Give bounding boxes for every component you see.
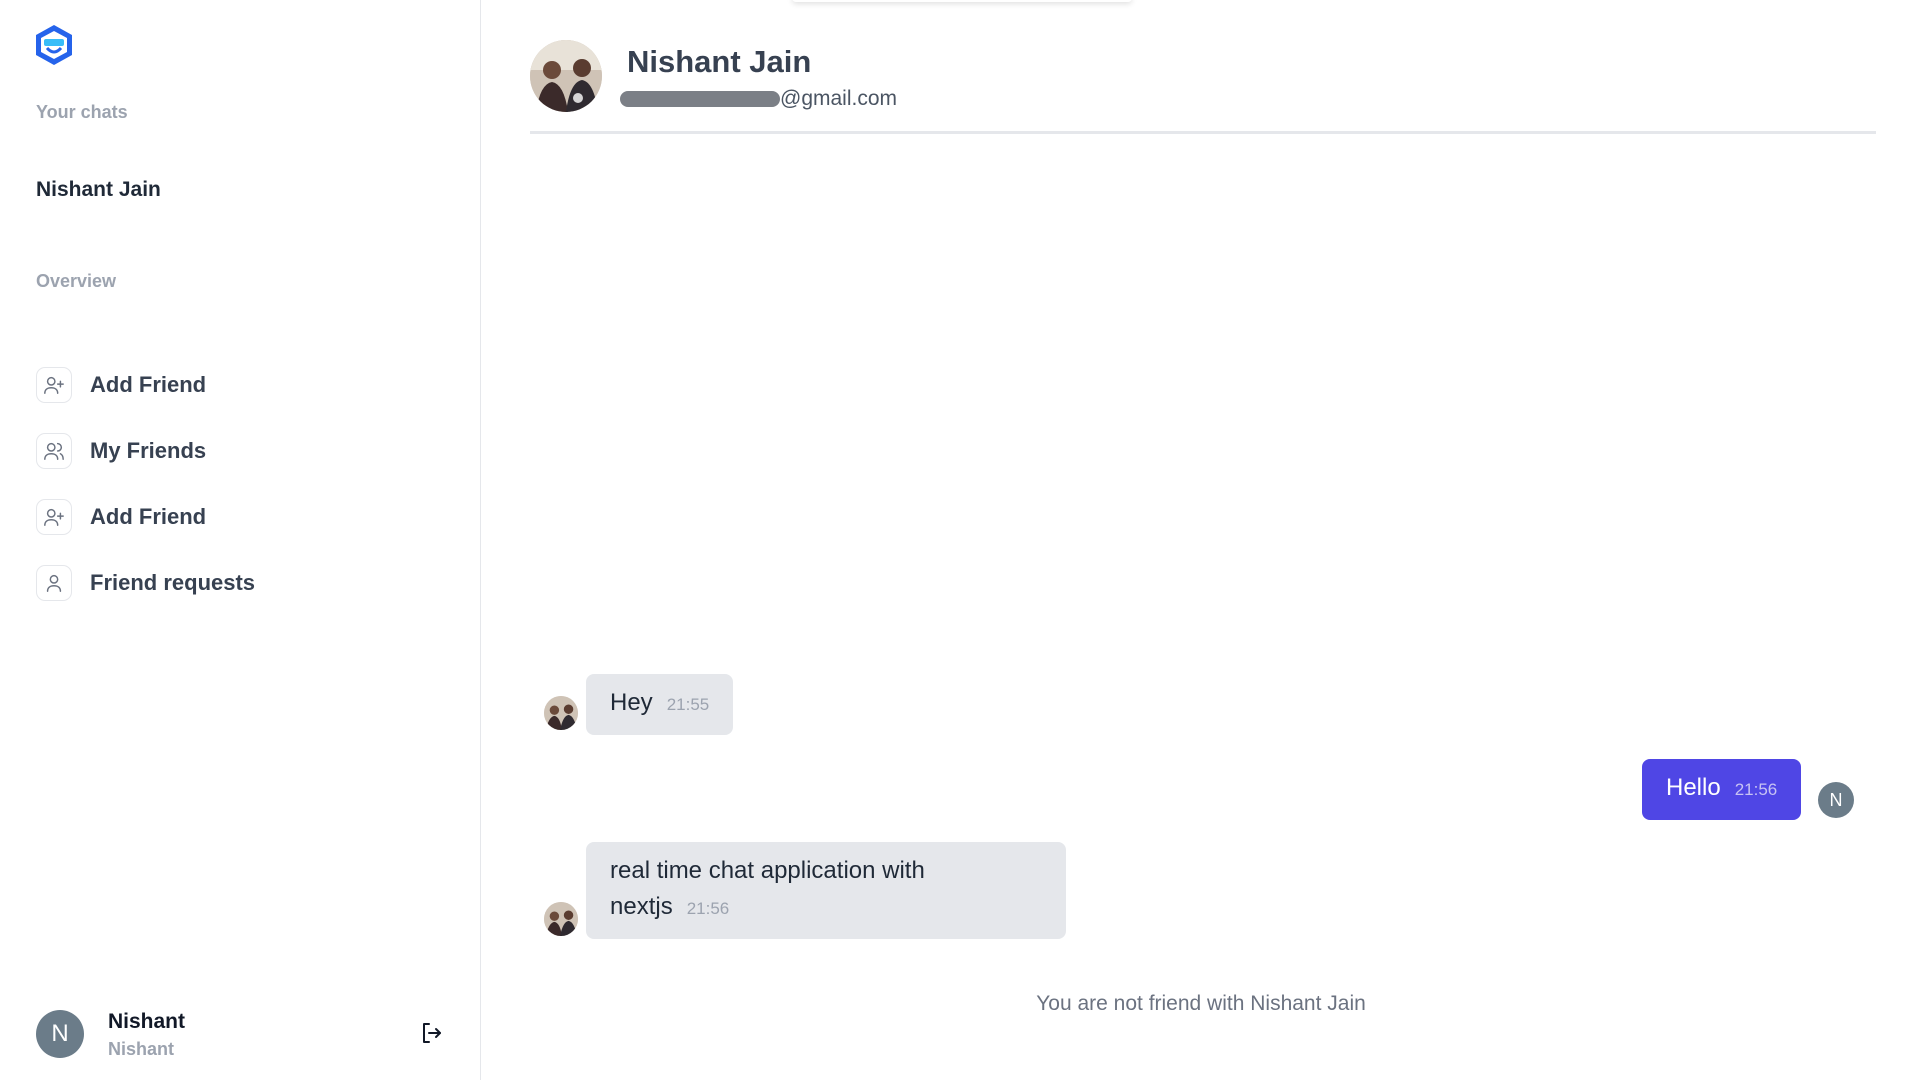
your-chats-label: Your chats — [36, 102, 128, 122]
email-redaction — [620, 91, 780, 107]
sidebar: Your chats Nishant Jain Overview Add Fri… — [0, 0, 481, 1080]
nav-add-friend[interactable]: Add Friend — [36, 366, 206, 404]
message-time: 21:56 — [1734, 780, 1778, 799]
nav-add-friend-2[interactable]: Add Friend — [36, 498, 206, 536]
nav-label: Add Friend — [90, 504, 207, 529]
message-bubble-mine: Hello 21:56 — [1642, 759, 1802, 820]
nav-friend-requests[interactable]: Friend requests — [36, 564, 255, 602]
message-text: Hello — [1666, 774, 1721, 801]
user-plus-icon — [36, 367, 72, 403]
nav-label: My Friends — [90, 438, 207, 463]
profile-subtitle: Nishant — [108, 1039, 175, 1059]
user-profile: N Nishant Nishant — [36, 1010, 446, 1060]
sign-out-icon — [423, 1023, 441, 1043]
user-icon — [36, 565, 72, 601]
chat-header: Nishant Jain @gmail.com — [530, 40, 1876, 134]
users-icon — [36, 433, 72, 469]
partner-avatar-small — [544, 696, 578, 730]
partner-email: @gmail.com — [620, 86, 897, 112]
overview-label: Overview — [36, 271, 117, 291]
nav-label: Friend requests — [90, 570, 256, 595]
top-shadow — [792, 0, 1132, 2]
message-time: 21:56 — [686, 899, 730, 918]
message-text: Hey — [610, 689, 653, 716]
message-time: 21:55 — [666, 695, 710, 714]
not-friend-notice: You are not friend with Nishant Jain — [1036, 992, 1366, 1015]
partner-avatar — [530, 40, 602, 112]
app-logo-icon[interactable] — [34, 24, 74, 66]
sign-out-button[interactable] — [416, 1018, 446, 1048]
nav-my-friends[interactable]: My Friends — [36, 432, 206, 470]
chat-app: Your chats Nishant Jain Overview Add Fri… — [0, 0, 1920, 1080]
partner-avatar-small — [544, 902, 578, 936]
message-text: real time chat application with nextjs — [610, 857, 925, 920]
user-plus-icon — [36, 499, 72, 535]
chat-panel: Nishant Jain @gmail.com Hey 21:55 Hello … — [482, 0, 1920, 1080]
message-bubble: real time chat application with nextjs 21… — [586, 842, 1066, 939]
email-domain: @gmail.com — [780, 87, 898, 110]
avatar: N — [36, 1010, 84, 1058]
partner-name: Nishant Jain — [627, 44, 812, 79]
message-bubble: Hey 21:55 — [586, 674, 734, 735]
chat-item-nishant-jain[interactable]: Nishant Jain — [36, 178, 161, 202]
my-avatar: N — [1818, 782, 1854, 818]
profile-name: Nishant — [108, 1010, 186, 1033]
nav-label: Add Friend — [90, 372, 207, 397]
